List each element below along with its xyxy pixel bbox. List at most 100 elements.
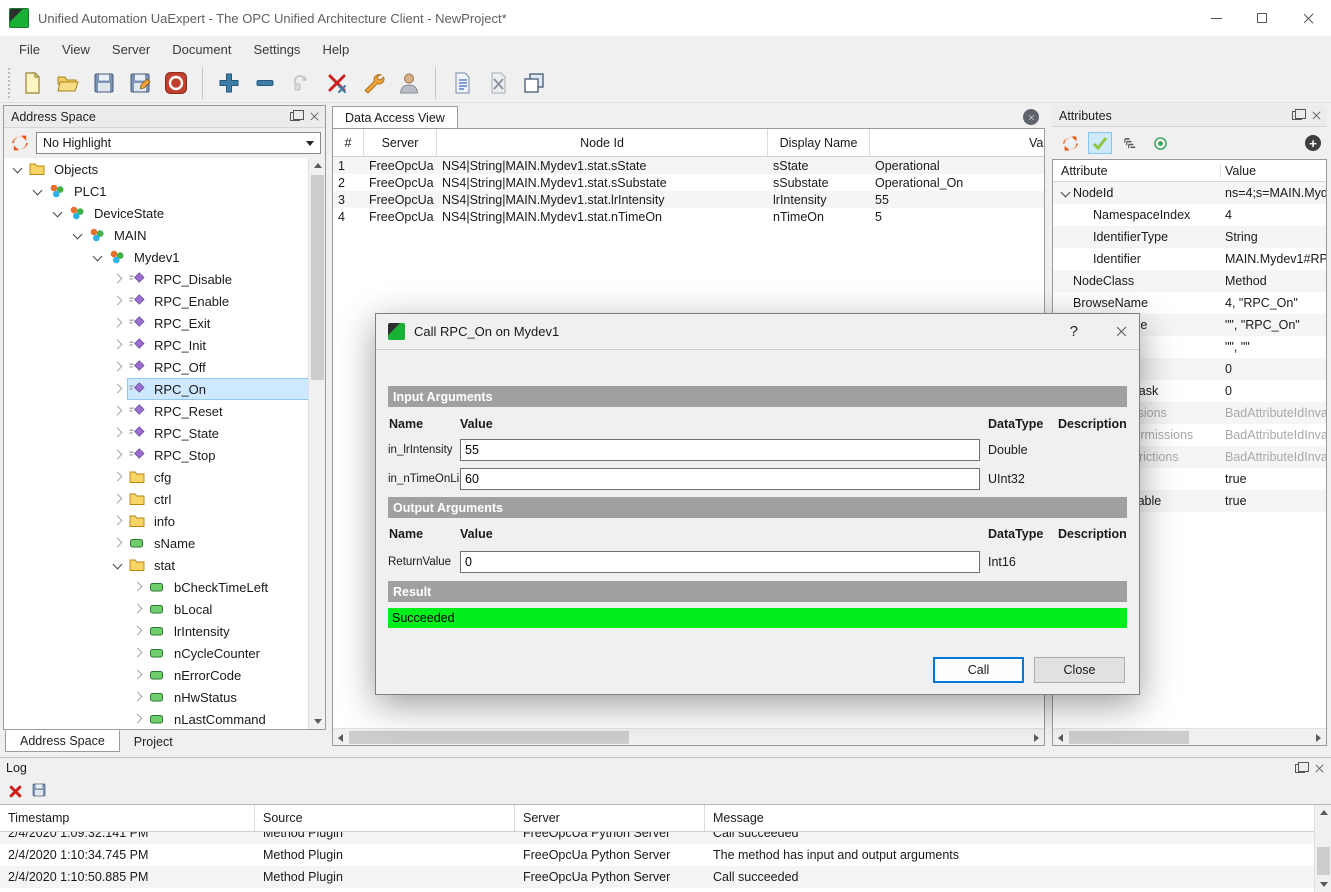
save-log-icon[interactable] <box>31 782 47 801</box>
attribute-row[interactable]: IdentifierTypeString <box>1053 226 1326 248</box>
tree-item-devicestate[interactable]: DeviceState <box>4 202 325 224</box>
arg-value-input[interactable] <box>460 551 980 573</box>
tab-data-access-view[interactable]: Data Access View <box>332 106 458 128</box>
tree-item-rpc-stop[interactable]: RPC_Stop <box>4 444 325 466</box>
log-row[interactable]: 2/4/2020 1:09:32.141 PMMethod PluginFree… <box>0 832 1331 844</box>
scroll-up-icon[interactable] <box>1315 805 1331 820</box>
column-header-attribute[interactable]: Attribute <box>1053 164 1221 178</box>
log-row[interactable]: 2/4/2020 1:10:50.885 PMMethod PluginFree… <box>0 866 1331 888</box>
table-row[interactable]: 4FreeOpcUa ...NS4|String|MAIN.Mydev1.sta… <box>333 208 1044 225</box>
tree-item-sname[interactable]: sName <box>4 532 325 554</box>
chevron-right-icon[interactable] <box>110 426 124 440</box>
save-document-icon[interactable] <box>88 67 120 99</box>
tree-item-nlastcommand[interactable]: nLastCommand <box>4 708 325 729</box>
scroll-down-icon[interactable] <box>1315 877 1331 892</box>
chevron-right-icon[interactable] <box>110 514 124 528</box>
tree-item-nhwstatus[interactable]: nHwStatus <box>4 686 325 708</box>
column-header-value[interactable]: Value <box>870 129 1045 156</box>
menu-document[interactable]: Document <box>161 42 242 57</box>
chevron-right-icon[interactable] <box>110 448 124 462</box>
column-header-message[interactable]: Message <box>705 805 1331 831</box>
close-panel-icon[interactable] <box>1315 764 1324 773</box>
chevron-down-icon[interactable] <box>70 228 84 242</box>
tree-item-plc1[interactable]: PLC1 <box>4 180 325 202</box>
tree-item-objects[interactable]: Objects <box>4 158 325 180</box>
add-server-icon[interactable] <box>213 67 245 99</box>
chevron-down-icon[interactable] <box>10 162 24 176</box>
attribute-row[interactable]: NodeIdns=4;s=MAIN.Mydev1#RPC_On <box>1053 182 1326 204</box>
open-document-icon[interactable] <box>52 67 84 99</box>
tree-scrollbar[interactable] <box>308 158 325 729</box>
remove-server-icon[interactable] <box>249 67 281 99</box>
tree-item-bchecktimeleft[interactable]: bCheckTimeLeft <box>4 576 325 598</box>
menu-server[interactable]: Server <box>101 42 161 57</box>
chevron-right-icon[interactable] <box>110 404 124 418</box>
highlight-dropdown[interactable]: No Highlight <box>36 132 321 154</box>
remove-document-icon[interactable] <box>482 67 514 99</box>
tab-project[interactable]: Project <box>120 731 187 752</box>
scroll-up-icon[interactable] <box>309 158 325 173</box>
column-header-timestamp[interactable]: Timestamp <box>0 805 255 831</box>
chevron-right-icon[interactable] <box>130 602 144 616</box>
scroll-left-icon[interactable] <box>333 729 348 746</box>
close-dialog-button[interactable]: Close <box>1034 657 1125 683</box>
chevron-right-icon[interactable] <box>130 624 144 638</box>
menu-settings[interactable]: Settings <box>242 42 311 57</box>
scrollbar-thumb[interactable] <box>1317 847 1330 875</box>
column-header-server[interactable]: Server <box>364 129 437 156</box>
chevron-down-icon[interactable] <box>50 206 64 220</box>
menu-view[interactable]: View <box>51 42 101 57</box>
chevron-right-icon[interactable] <box>130 646 144 660</box>
scroll-right-icon[interactable] <box>1311 729 1326 746</box>
tree-item-rpc-exit[interactable]: RPC_Exit <box>4 312 325 334</box>
column-header-num[interactable]: # <box>333 129 364 156</box>
tree-item-stat[interactable]: stat <box>4 554 325 576</box>
tree-item-ctrl[interactable]: ctrl <box>4 488 325 510</box>
tree-item-lrintensity[interactable]: lrIntensity <box>4 620 325 642</box>
scrollbar-thumb[interactable] <box>311 175 324 380</box>
scroll-down-icon[interactable] <box>309 714 325 729</box>
chevron-right-icon[interactable] <box>110 316 124 330</box>
auto-refresh-check-icon[interactable] <box>1088 132 1112 154</box>
chevron-right-icon[interactable] <box>110 382 124 396</box>
tree-item-rpc-on-selected[interactable]: RPC_On <box>4 378 325 400</box>
column-header-source[interactable]: Source <box>255 805 515 831</box>
menu-help[interactable]: Help <box>311 42 360 57</box>
dialog-close-icon[interactable] <box>1116 326 1126 336</box>
tab-address-space[interactable]: Address Space <box>5 730 120 752</box>
chevron-right-icon[interactable] <box>110 360 124 374</box>
tree-item-cfg[interactable]: cfg <box>4 466 325 488</box>
close-document-button[interactable] <box>1023 109 1039 125</box>
refresh-icon[interactable] <box>1058 132 1082 154</box>
log-scrollbar[interactable] <box>1314 805 1331 892</box>
attribute-row[interactable]: NamespaceIndex4 <box>1053 204 1326 226</box>
scroll-left-icon[interactable] <box>1053 729 1068 746</box>
server-properties-icon[interactable] <box>357 67 389 99</box>
call-button[interactable]: Call <box>933 657 1024 683</box>
chevron-right-icon[interactable] <box>110 492 124 506</box>
tree-item-rpc-disable[interactable]: RPC_Disable <box>4 268 325 290</box>
tree-item-rpc-init[interactable]: RPC_Init <box>4 334 325 356</box>
attribute-row[interactable]: IdentifierMAIN.Mydev1#RPC_On <box>1053 248 1326 270</box>
tree-item-rpc-off[interactable]: RPC_Off <box>4 356 325 378</box>
column-header-displayname[interactable]: Display Name <box>768 129 870 156</box>
column-header-value[interactable]: Value <box>1221 164 1256 178</box>
quit-icon[interactable] <box>160 67 192 99</box>
tree-item-mydev1[interactable]: Mydev1 <box>4 246 325 268</box>
close-button[interactable] <box>1285 0 1331 36</box>
minimize-button[interactable] <box>1193 0 1239 36</box>
save-document-as-icon[interactable] <box>124 67 156 99</box>
add-window-icon[interactable] <box>518 67 550 99</box>
chevron-down-icon[interactable] <box>30 184 44 198</box>
chevron-right-icon[interactable] <box>110 536 124 550</box>
chevron-right-icon[interactable] <box>130 668 144 682</box>
scrollbar-thumb[interactable] <box>349 731 629 744</box>
scrollbar-thumb[interactable] <box>1069 731 1189 744</box>
maximize-button[interactable] <box>1239 0 1285 36</box>
clear-log-icon[interactable] <box>8 785 21 798</box>
tree-item-main[interactable]: MAIN <box>4 224 325 246</box>
float-panel-icon[interactable] <box>1292 111 1302 120</box>
data-table-hscrollbar[interactable] <box>333 728 1044 745</box>
attributes-hscrollbar[interactable] <box>1053 728 1326 745</box>
chevron-down-icon[interactable] <box>90 250 104 264</box>
